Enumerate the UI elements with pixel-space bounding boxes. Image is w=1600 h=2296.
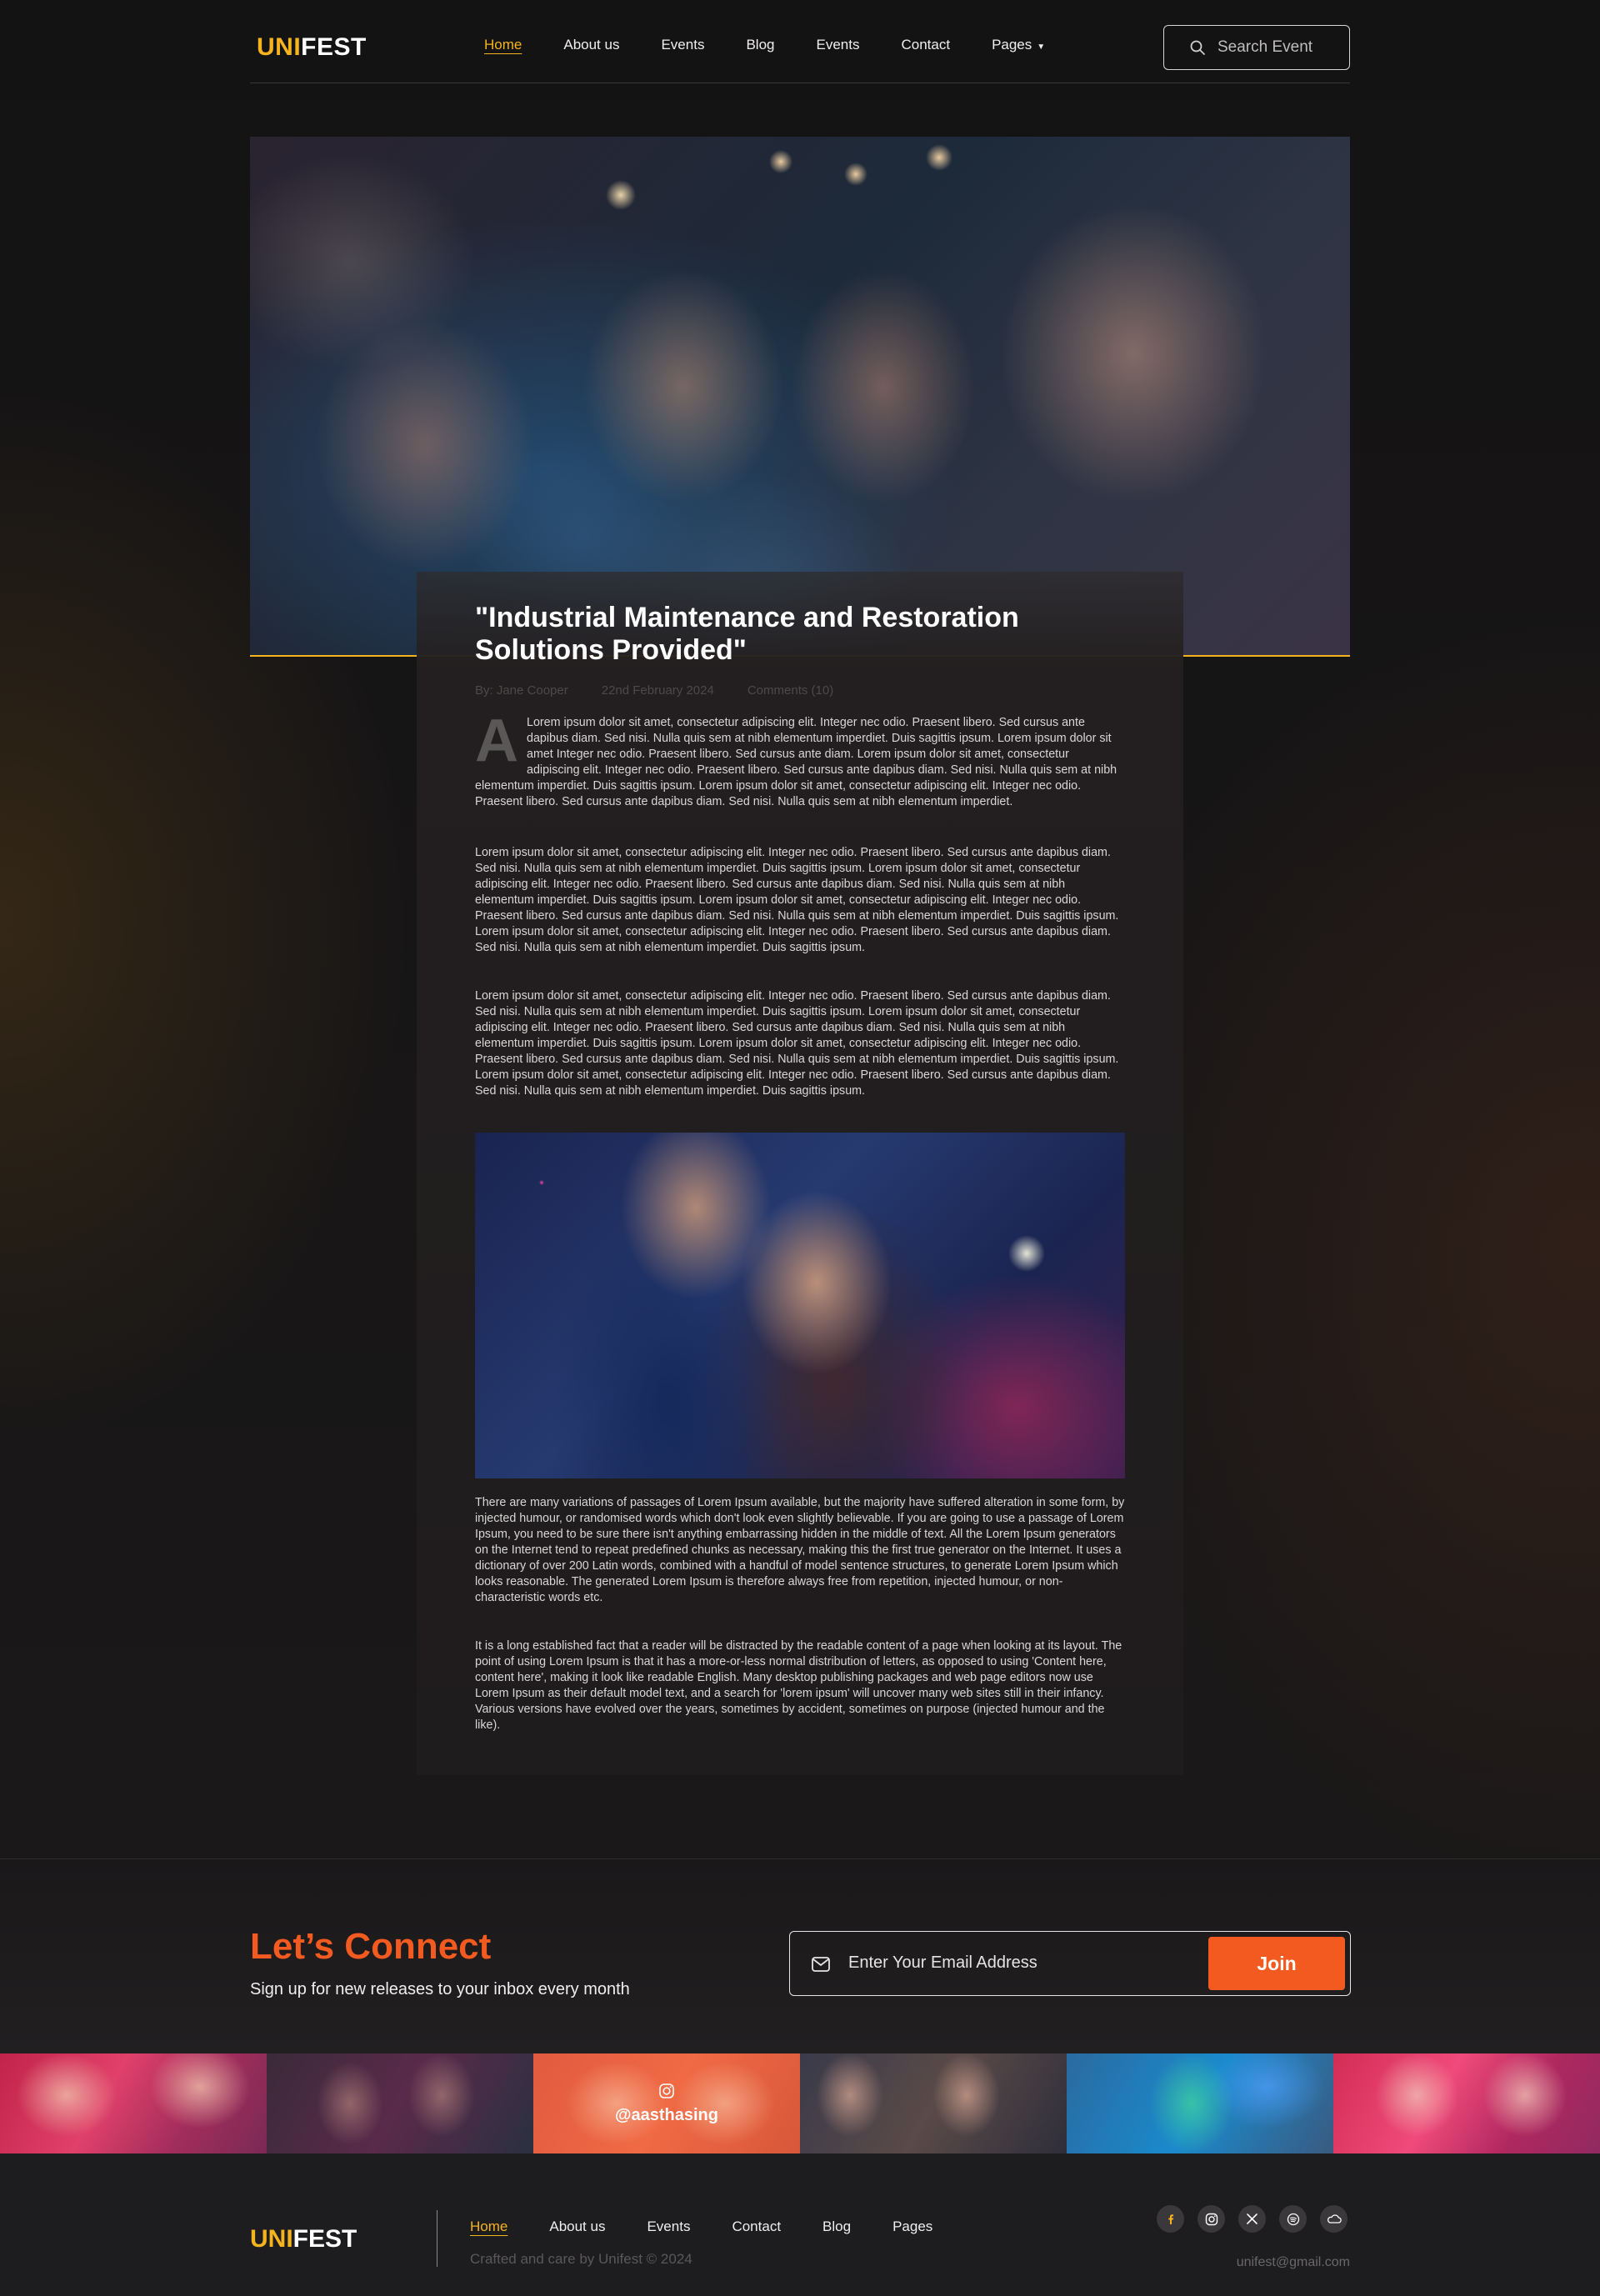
instagram-icon[interactable] bbox=[1198, 2205, 1225, 2233]
nav-pages[interactable]: Pages ▼ bbox=[992, 37, 1045, 53]
site-logo[interactable]: UNIFEST bbox=[257, 33, 367, 62]
soundcloud-icon[interactable] bbox=[1320, 2205, 1348, 2233]
nav-about-us[interactable]: About us bbox=[563, 37, 619, 53]
nav-contact[interactable]: Contact bbox=[901, 37, 950, 53]
instagram-gallery: @aasthasing bbox=[0, 2053, 1600, 2153]
email-placeholder: Enter Your Email Address bbox=[848, 1953, 1038, 1972]
article-title: "Industrial Maintenance and Restoration … bbox=[475, 602, 1019, 666]
article-comments[interactable]: Comments (10) bbox=[748, 683, 833, 698]
nav-events[interactable]: Events bbox=[661, 37, 704, 53]
join-button[interactable]: Join bbox=[1208, 1937, 1345, 1990]
newsletter-title: Let’s Connect bbox=[250, 1926, 492, 1967]
footer-nav-home[interactable]: Home bbox=[470, 2218, 508, 2235]
article-date: 22nd February 2024 bbox=[601, 683, 714, 698]
gallery-photo[interactable] bbox=[800, 2053, 1067, 2153]
gallery-photo[interactable] bbox=[0, 2053, 267, 2153]
article-card: "Industrial Maintenance and Restoration … bbox=[417, 572, 1183, 1775]
article-paragraph-4: There are many variations of passages of… bbox=[475, 1496, 1125, 1604]
nav-home[interactable]: Home bbox=[484, 37, 522, 53]
footer-nav-blog[interactable]: Blog bbox=[822, 2218, 851, 2235]
instagram-overlay: @aasthasing bbox=[533, 2053, 800, 2153]
instagram-handle: @aasthasing bbox=[615, 2105, 718, 2124]
x-icon[interactable] bbox=[1238, 2205, 1266, 2233]
newsletter-subtitle: Sign up for new releases to your inbox e… bbox=[250, 1980, 630, 1998]
newsletter-email-field[interactable]: Enter Your Email Address Join bbox=[789, 1931, 1351, 1996]
article-paragraph-2: Lorem ipsum dolor sit amet, consectetur … bbox=[475, 846, 1119, 954]
newsletter-section: Let’s Connect Sign up for new releases t… bbox=[0, 1858, 1600, 2053]
spotify-icon[interactable] bbox=[1279, 2205, 1307, 2233]
footer-nav-contact[interactable]: Contact bbox=[732, 2218, 781, 2235]
article-paragraph-3: Lorem ipsum dolor sit amet, consectetur … bbox=[475, 989, 1119, 1098]
gallery-photo[interactable] bbox=[1067, 2053, 1333, 2153]
main-nav: Home About us Events Blog Events Contact… bbox=[484, 37, 1087, 53]
facebook-icon[interactable] bbox=[1157, 2205, 1184, 2233]
footer-logo[interactable]: UNIFEST bbox=[250, 2225, 357, 2253]
site-footer: UNIFEST Home About us Events Contact Blo… bbox=[0, 2153, 1600, 2296]
article-paragraph-1: A Lorem ipsum dolor sit amet, consectetur… bbox=[475, 708, 1118, 808]
article-meta: By: Jane Cooper 22nd February 2024 Comme… bbox=[475, 683, 867, 698]
nav-events-2[interactable]: Events bbox=[816, 37, 859, 53]
gallery-photo[interactable] bbox=[1333, 2053, 1600, 2153]
search-icon bbox=[1190, 40, 1205, 55]
article-inline-image bbox=[475, 1133, 1125, 1478]
site-header: UNIFEST Home About us Events Blog Events… bbox=[250, 25, 1350, 83]
caret-down-icon: ▼ bbox=[1037, 43, 1046, 52]
footer-nav-events[interactable]: Events bbox=[647, 2218, 690, 2235]
gallery-photo[interactable] bbox=[267, 2053, 533, 2153]
footer-email[interactable]: unifest@gmail.com bbox=[1237, 2255, 1350, 2270]
mail-icon bbox=[812, 1957, 830, 1972]
article-paragraph-5: It is a long established fact that a rea… bbox=[475, 1639, 1122, 1732]
nav-blog[interactable]: Blog bbox=[746, 37, 774, 53]
footer-nav-pages[interactable]: Pages bbox=[892, 2218, 932, 2235]
search-placeholder: Search Event bbox=[1218, 38, 1313, 56]
social-links bbox=[1157, 2205, 1348, 2233]
footer-divider bbox=[437, 2210, 438, 2267]
search-event-input[interactable]: Search Event bbox=[1163, 25, 1350, 70]
footer-nav: Home About us Events Contact Blog Pages bbox=[470, 2218, 974, 2235]
drop-cap: A bbox=[475, 708, 518, 774]
gallery-photo-instagram[interactable]: @aasthasing bbox=[533, 2053, 800, 2153]
article-author: By: Jane Cooper bbox=[475, 683, 568, 698]
copyright-text: Crafted and care by Unifest © 2024 bbox=[470, 2251, 692, 2267]
instagram-icon bbox=[659, 2083, 674, 2098]
footer-nav-about-us[interactable]: About us bbox=[549, 2218, 605, 2235]
